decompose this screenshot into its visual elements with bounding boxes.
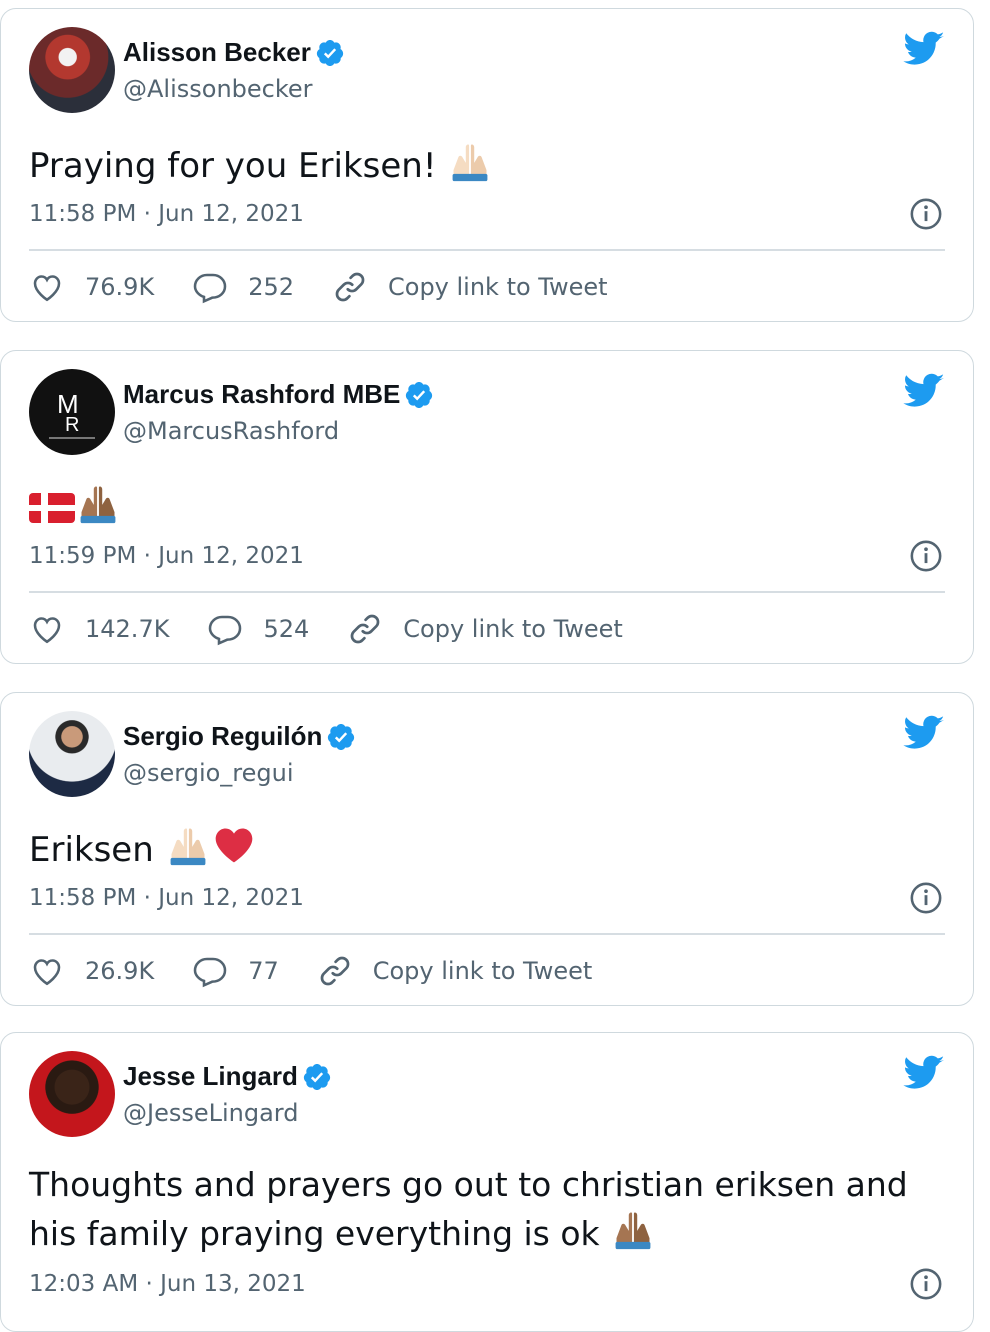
author-name[interactable]: Alisson Becker xyxy=(123,37,311,68)
like-button[interactable]: 142.7K xyxy=(29,611,169,647)
author-handle[interactable]: @sergio_regui xyxy=(123,759,294,787)
heart-icon xyxy=(33,275,61,302)
author-handle[interactable]: @MarcusRashford xyxy=(123,417,339,445)
mr-logo-icon: MR xyxy=(49,389,95,439)
reply-count: 524 xyxy=(263,615,310,643)
divider xyxy=(29,591,945,593)
copy-link-button[interactable]: Copy link to Tweet xyxy=(317,953,593,989)
copy-link-label: Copy link to Tweet xyxy=(388,273,608,301)
like-count: 76.9K xyxy=(85,273,155,301)
folded-hands-icon xyxy=(615,1212,651,1250)
tweet-card: Alisson Becker @Alissonbecker Praying fo… xyxy=(0,8,974,322)
verified-badge-icon xyxy=(406,381,433,408)
twitter-bird-icon[interactable] xyxy=(903,373,945,409)
verified-badge-icon xyxy=(328,723,355,750)
like-count: 26.9K xyxy=(85,957,155,985)
reply-count: 77 xyxy=(248,957,279,985)
divider xyxy=(29,933,945,935)
tweet-timestamp[interactable]: 11:58 PM · Jun 12, 2021 xyxy=(29,201,304,227)
folded-hands-icon xyxy=(80,486,116,524)
like-button[interactable]: 76.9K xyxy=(29,269,154,305)
link-icon xyxy=(335,272,365,302)
info-icon[interactable] xyxy=(909,539,943,573)
tweet-text: Praying for you Eriksen! xyxy=(29,139,939,188)
denmark-flag-icon xyxy=(29,493,75,523)
twitter-bird-icon[interactable] xyxy=(903,715,945,751)
tweet-timestamp[interactable]: 12:03 AM · Jun 13, 2021 xyxy=(29,1271,306,1297)
info-icon[interactable] xyxy=(909,197,943,231)
red-heart-icon xyxy=(215,828,252,863)
verified-badge-icon xyxy=(316,39,343,66)
tweet-card: Sergio Reguilón @sergio_regui Eriksen 11… xyxy=(0,692,974,1006)
tweet-text xyxy=(29,481,939,530)
reply-button[interactable]: 77 xyxy=(192,953,279,989)
twitter-bird-icon[interactable] xyxy=(903,31,945,67)
heart-icon xyxy=(33,959,61,986)
reply-button[interactable]: 524 xyxy=(207,611,309,647)
author-name[interactable]: Marcus Rashford MBE xyxy=(123,379,400,410)
folded-hands-icon xyxy=(170,828,206,866)
like-count: 142.7K xyxy=(85,615,170,643)
info-icon[interactable] xyxy=(909,1267,943,1301)
link-icon xyxy=(350,614,380,644)
svg-text:R: R xyxy=(65,414,79,436)
like-button[interactable]: 26.9K xyxy=(29,953,154,989)
twitter-bird-icon[interactable] xyxy=(903,1055,945,1091)
author-name[interactable]: Sergio Reguilón xyxy=(123,721,322,752)
tweet-card: Jesse Lingard @JesseLingard Thoughts and… xyxy=(0,1032,974,1332)
avatar[interactable] xyxy=(29,27,115,113)
avatar[interactable] xyxy=(29,711,115,797)
info-icon[interactable] xyxy=(909,881,943,915)
author-handle[interactable]: @JesseLingard xyxy=(123,1099,299,1127)
reply-count: 252 xyxy=(248,273,294,301)
tweet-text: Eriksen xyxy=(29,823,939,872)
copy-link-label: Copy link to Tweet xyxy=(372,957,593,985)
tweet-text: Thoughts and prayers go out to christian… xyxy=(29,1165,908,1253)
avatar[interactable]: MR xyxy=(29,369,115,455)
link-icon xyxy=(320,956,350,986)
verified-badge-icon xyxy=(303,1063,330,1090)
author-name[interactable]: Jesse Lingard xyxy=(123,1061,298,1092)
heart-icon xyxy=(33,617,61,644)
copy-link-button[interactable]: Copy link to Tweet xyxy=(347,611,623,647)
reply-bubble-icon xyxy=(193,957,227,988)
reply-bubble-icon xyxy=(209,615,242,646)
divider xyxy=(29,249,945,251)
author-handle[interactable]: @Alissonbecker xyxy=(123,75,313,103)
avatar[interactable] xyxy=(29,1051,115,1137)
reply-button[interactable]: 252 xyxy=(192,269,294,305)
copy-link-button[interactable]: Copy link to Tweet xyxy=(332,269,608,305)
folded-hands-icon xyxy=(452,144,488,182)
tweet-timestamp[interactable]: 11:59 PM · Jun 12, 2021 xyxy=(29,543,304,569)
tweet-card: MR Marcus Rashford MBE @MarcusRashford 1… xyxy=(0,350,974,664)
tweet-timestamp[interactable]: 11:58 PM · Jun 12, 2021 xyxy=(29,885,304,911)
copy-link-label: Copy link to Tweet xyxy=(403,615,623,643)
reply-bubble-icon xyxy=(193,273,227,304)
